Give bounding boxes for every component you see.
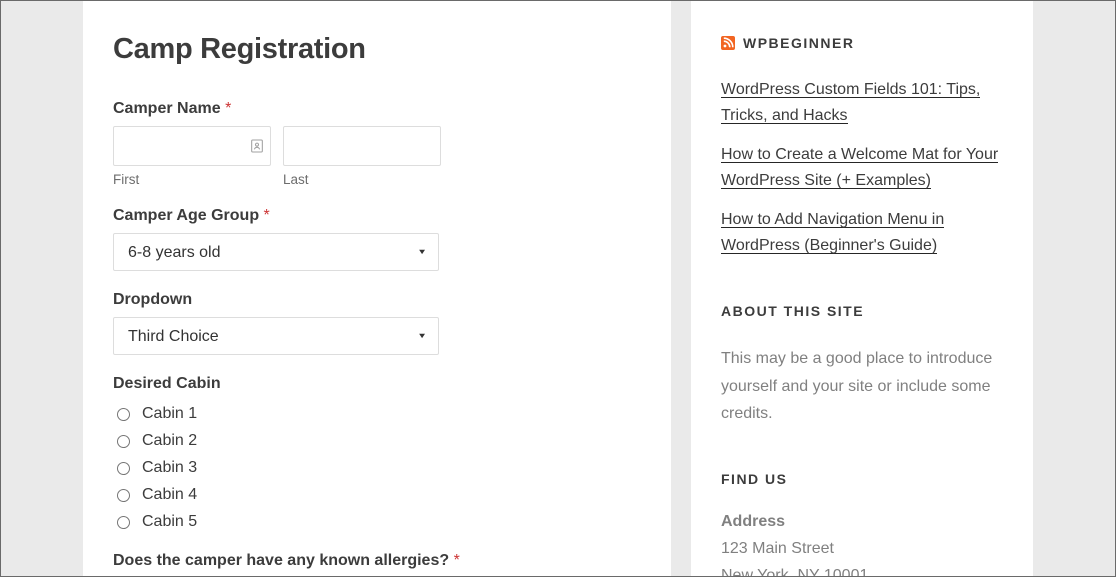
age-group-label-text: Camper Age Group [113,207,259,224]
cabin-radio-input[interactable] [117,435,130,448]
cabin-radio-item[interactable]: Cabin 5 [113,509,641,536]
rss-feed-link[interactable]: How to Create a Welcome Mat for Your Wor… [721,146,998,189]
allergies-label: Does the camper have any known allergies… [113,552,641,570]
rss-feed-link[interactable]: WordPress Custom Fields 101: Tips, Trick… [721,81,980,124]
cabin-radio-input[interactable] [117,462,130,475]
dropdown-group: Dropdown Third Choice [113,291,641,355]
allergies-label-text: Does the camper have any known allergies… [113,552,449,569]
cabin-radio-input[interactable] [117,516,130,529]
cabin-radio-label: Cabin 4 [142,486,197,504]
contact-card-icon [249,138,265,154]
cabin-radio-list: Cabin 1 Cabin 2 Cabin 3 Cabin 4 Cabin 5 [113,401,641,536]
last-name-sublabel: Last [283,172,441,187]
first-name-sublabel: First [113,172,271,187]
cabin-radio-item[interactable]: Cabin 2 [113,428,641,455]
cabin-radio-label: Cabin 3 [142,459,197,477]
age-group-group: Camper Age Group * 6-8 years old [113,207,641,271]
camper-name-group: Camper Name * Fir [113,100,641,187]
rss-icon [721,36,735,50]
cabin-radio-label: Cabin 2 [142,432,197,450]
address-line2: New York, NY 10001 [721,562,1003,577]
required-asterisk: * [454,552,460,569]
required-asterisk: * [225,100,231,117]
about-widget: ABOUT THIS SITE This may be a good place… [721,303,1003,427]
allergies-group: Does the camper have any known allergies… [113,552,641,570]
main-content: Camp Registration Camper Name * [83,1,671,576]
camper-name-label: Camper Name * [113,100,641,118]
cabin-radio-item[interactable]: Cabin 3 [113,455,641,482]
required-asterisk: * [264,207,270,224]
about-widget-text: This may be a good place to introduce yo… [721,345,1003,427]
cabin-radio-label: Cabin 5 [142,513,197,531]
dropdown-select[interactable]: Third Choice [113,317,439,355]
rss-feed-list: WordPress Custom Fields 101: Tips, Trick… [721,77,1003,259]
cabin-radio-input[interactable] [117,489,130,502]
dropdown-label: Dropdown [113,291,641,309]
first-name-input[interactable] [113,126,271,166]
cabin-radio-label: Cabin 1 [142,405,197,423]
address-line1: 123 Main Street [721,535,1003,562]
rss-widget-title-text: WPBEGINNER [743,35,854,51]
cabin-group: Desired Cabin Cabin 1 Cabin 2 Cabin 3 Ca… [113,375,641,536]
rss-feed-item: How to Create a Welcome Mat for Your Wor… [721,142,1003,195]
rss-widget: WPBEGINNER WordPress Custom Fields 101: … [721,35,1003,259]
cabin-radio-input[interactable] [117,408,130,421]
findus-widget: FIND US Address 123 Main Street New York… [721,471,1003,577]
cabin-radio-item[interactable]: Cabin 1 [113,401,641,428]
findus-widget-title: FIND US [721,471,1003,487]
sidebar: WPBEGINNER WordPress Custom Fields 101: … [691,1,1033,576]
rss-feed-item: WordPress Custom Fields 101: Tips, Trick… [721,77,1003,130]
age-group-select[interactable]: 6-8 years old [113,233,439,271]
camper-name-label-text: Camper Name [113,100,221,117]
age-group-label: Camper Age Group * [113,207,641,225]
rss-feed-item: How to Add Navigation Menu in WordPress … [721,207,1003,260]
address-label: Address [721,513,1003,531]
rss-feed-link[interactable]: How to Add Navigation Menu in WordPress … [721,211,944,254]
last-name-input[interactable] [283,126,441,166]
rss-widget-title: WPBEGINNER [721,35,1003,51]
cabin-radio-item[interactable]: Cabin 4 [113,482,641,509]
page-title: Camp Registration [113,33,641,66]
about-widget-title: ABOUT THIS SITE [721,303,1003,319]
cabin-label: Desired Cabin [113,375,641,393]
